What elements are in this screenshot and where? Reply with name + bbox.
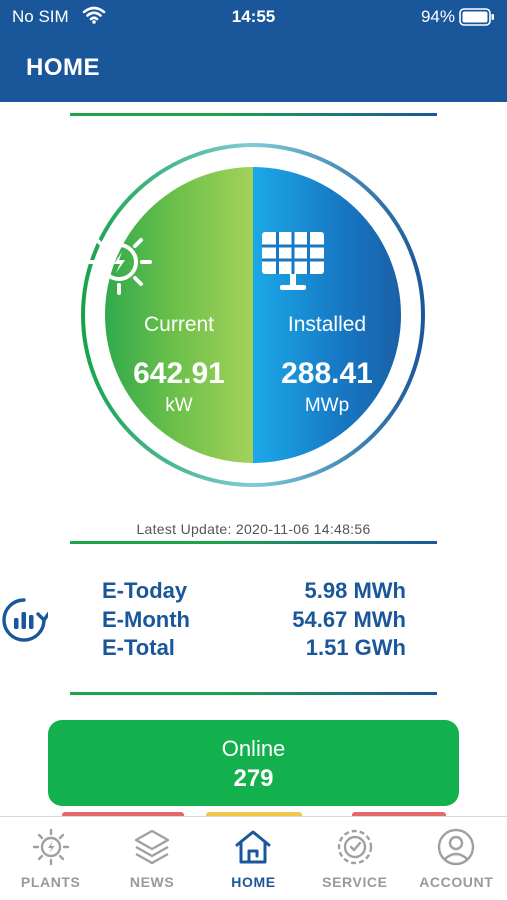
installed-label: Installed bbox=[287, 313, 367, 336]
energy-row-total: E-Total 1.51 GWh bbox=[102, 635, 406, 664]
online-count: 279 bbox=[233, 765, 274, 792]
page-title: HOME bbox=[26, 54, 100, 81]
current-label: Current bbox=[143, 313, 215, 336]
solar-panel-icon bbox=[253, 225, 427, 299]
energy-value: 54.67 MWh bbox=[292, 606, 406, 632]
energy-value: 5.98 MWh bbox=[304, 578, 406, 603]
installed-unit: MWp bbox=[304, 395, 350, 416]
current-value: 642.91 bbox=[133, 357, 225, 390]
tab-bar: PLANTS NEWS HOME SERVICE ACCOUNT bbox=[0, 816, 507, 900]
energy-row-month: E-Month 54.67 MWh bbox=[102, 607, 406, 636]
tab-plants[interactable]: PLANTS bbox=[0, 817, 101, 900]
gear-service-icon bbox=[304, 825, 405, 869]
tab-account[interactable]: ACCOUNT bbox=[406, 817, 507, 900]
battery-icon bbox=[459, 8, 495, 31]
divider bbox=[70, 541, 437, 544]
energy-value: 1.51 GWh bbox=[305, 635, 406, 660]
energy-row-today: E-Today 5.98 MWh bbox=[102, 578, 406, 607]
energy-stats: E-Today 5.98 MWh E-Month 54.67 MWh E-Tot… bbox=[102, 578, 406, 664]
tab-label: ACCOUNT bbox=[419, 874, 494, 890]
status-bar: No SIM 14:55 94% bbox=[0, 0, 507, 34]
battery-percent: 94% bbox=[420, 7, 455, 26]
tab-home[interactable]: HOME bbox=[203, 817, 304, 900]
user-icon bbox=[406, 825, 507, 869]
installed-capacity: Installed 288.41 MWp bbox=[253, 139, 427, 491]
home-icon bbox=[203, 825, 304, 869]
divider bbox=[70, 692, 437, 695]
app-header: HOME bbox=[0, 34, 507, 102]
tab-service[interactable]: SERVICE bbox=[304, 817, 405, 900]
tab-news[interactable]: NEWS bbox=[101, 817, 202, 900]
current-power: Current 642.91 kW bbox=[79, 139, 253, 491]
summary-circle: Current 642.91 kW Installed 288.41 MWp bbox=[79, 139, 427, 491]
tab-label: SERVICE bbox=[322, 874, 388, 890]
refresh-chart-icon[interactable] bbox=[0, 597, 51, 648]
latest-update: Latest Update: 2020-11-06 14:48:56 bbox=[136, 521, 371, 537]
energy-label: E-Today bbox=[102, 578, 188, 603]
sun-bolt-icon bbox=[79, 225, 253, 299]
installed-value: 288.41 bbox=[281, 357, 373, 390]
tab-label: NEWS bbox=[129, 874, 175, 890]
energy-label: E-Month bbox=[102, 606, 190, 632]
layers-icon bbox=[101, 825, 202, 869]
online-label: Online bbox=[221, 736, 286, 761]
energy-label: E-Total bbox=[102, 635, 175, 660]
plant-sun-icon bbox=[0, 825, 101, 869]
current-unit: kW bbox=[165, 395, 193, 416]
divider bbox=[70, 113, 437, 116]
online-status-button[interactable]: Online 279 bbox=[48, 720, 459, 806]
tab-label: HOME bbox=[231, 874, 276, 890]
tab-label: PLANTS bbox=[20, 874, 81, 890]
